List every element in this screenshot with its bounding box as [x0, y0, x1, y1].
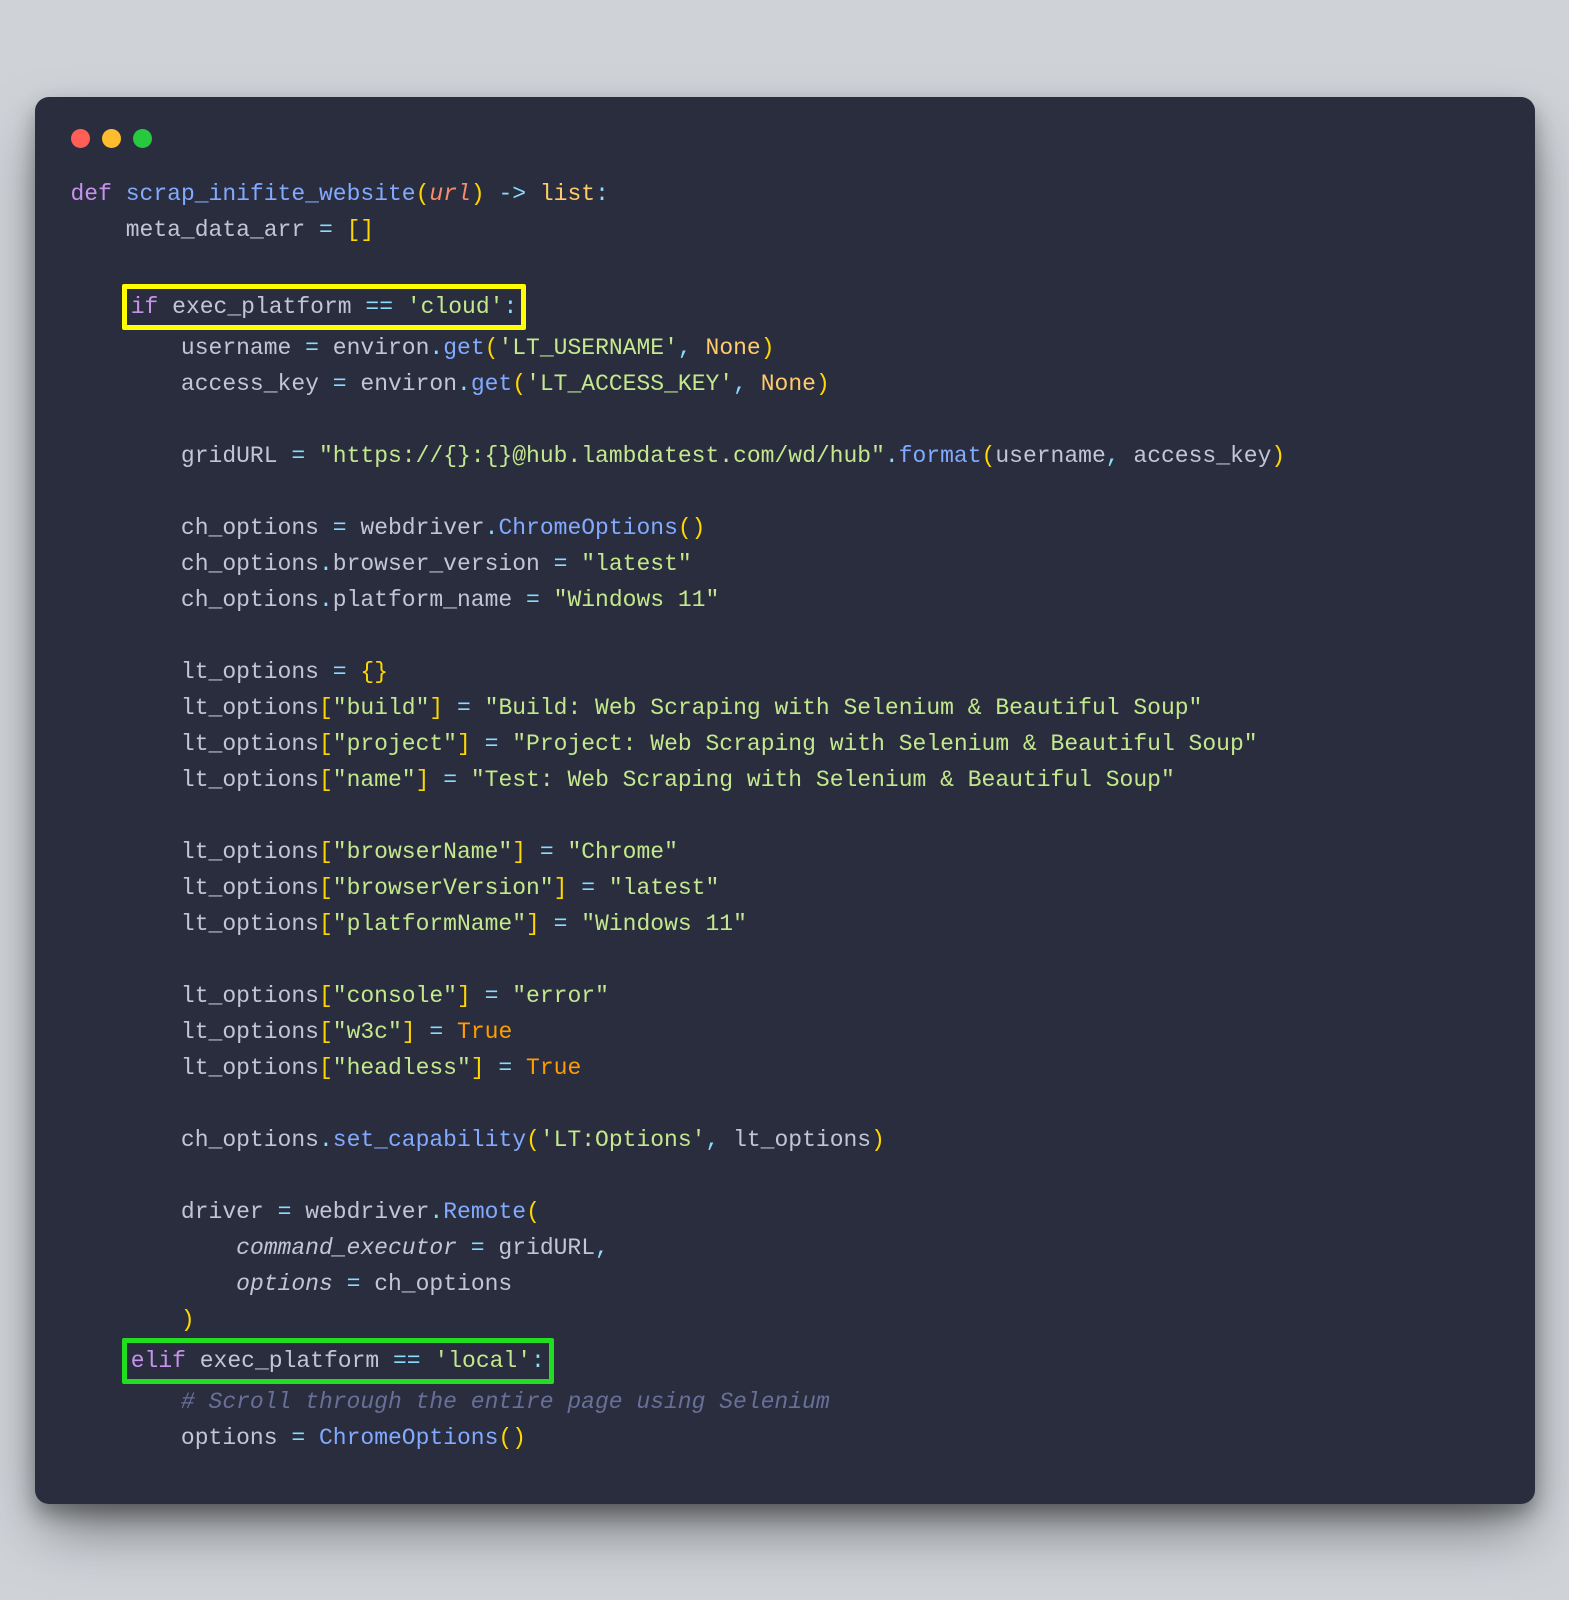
- highlight-if-cloud: if exec_platform == 'cloud':: [122, 284, 527, 330]
- minimize-icon[interactable]: [102, 129, 121, 148]
- code-block: def scrap_inifite_website(url) -> list: …: [71, 176, 1499, 1456]
- window-controls: [71, 129, 1499, 148]
- fn-name: scrap_inifite_website: [126, 181, 416, 207]
- highlight-elif-local: elif exec_platform == 'local':: [122, 1338, 554, 1384]
- param-url: url: [429, 181, 470, 207]
- comment: # Scroll through the entire page using S…: [181, 1389, 830, 1415]
- kw-def: def: [71, 181, 112, 207]
- ret-type: list: [540, 181, 595, 207]
- maximize-icon[interactable]: [133, 129, 152, 148]
- close-icon[interactable]: [71, 129, 90, 148]
- code-window: def scrap_inifite_website(url) -> list: …: [35, 97, 1535, 1504]
